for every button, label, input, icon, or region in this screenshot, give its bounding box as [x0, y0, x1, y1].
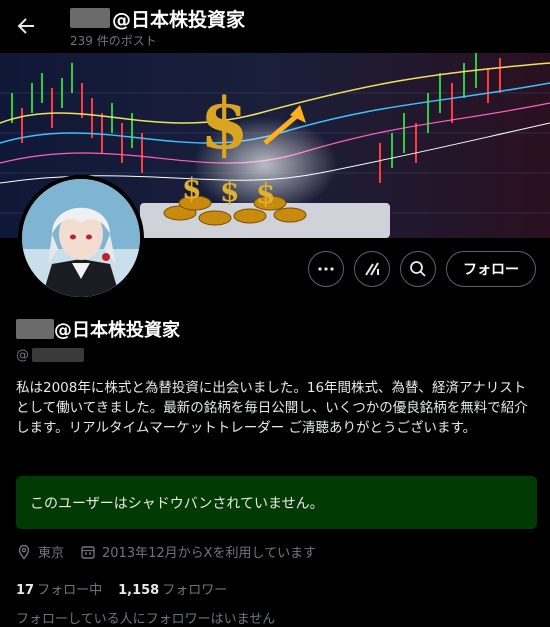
- display-name: @日本株投資家: [16, 316, 536, 342]
- mutual-followers-note: フォローしている人にフォロワーはいません: [16, 612, 276, 627]
- redacted-display-name: [16, 319, 54, 339]
- grok-icon: [365, 262, 379, 276]
- follow-stats: 17 フォロー中 1,158 フォロワー: [16, 579, 227, 598]
- redacted-handle: [32, 348, 84, 362]
- top-bar: @日本株投資家 239 件のポスト: [0, 0, 550, 53]
- bio: 私は2008年に株式と為替投資に出会いました。16年間株式、為替、経済アナリスト…: [16, 380, 528, 436]
- header-title: @日本株投資家: [70, 4, 245, 32]
- following-label: フォロー中: [37, 583, 103, 598]
- back-arrow-icon[interactable]: [14, 14, 38, 38]
- followers-label: フォロワー: [162, 583, 228, 598]
- followers-count: 1,158: [118, 583, 160, 598]
- followers-link[interactable]: 1,158 フォロワー: [118, 579, 227, 598]
- calendar-icon: [81, 545, 95, 559]
- search-button[interactable]: [400, 251, 436, 287]
- grok-button[interactable]: [354, 251, 390, 287]
- location-text: 東京: [38, 546, 65, 561]
- svg-text:$: $: [220, 175, 239, 208]
- display-name-text: @日本株投資家: [54, 320, 180, 341]
- header-title-text: @日本株投資家: [112, 8, 246, 31]
- more-icon: [318, 267, 334, 271]
- svg-text:$: $: [256, 177, 275, 210]
- profile-actions: フォロー: [308, 251, 536, 287]
- follow-button[interactable]: フォロー: [446, 251, 536, 287]
- header-title-block: @日本株投資家 239 件のポスト: [70, 4, 245, 49]
- following-link[interactable]: 17 フォロー中: [16, 579, 102, 598]
- more-options-button[interactable]: [308, 251, 344, 287]
- location-icon: [18, 544, 30, 560]
- profile-meta: 東京 2013年12月からXを利用しています: [16, 542, 316, 561]
- svg-text:$: $: [200, 82, 249, 165]
- redacted-name: [70, 8, 110, 28]
- post-count: 239 件のポスト: [70, 34, 157, 48]
- search-icon: [410, 261, 426, 277]
- svg-text:$: $: [182, 172, 201, 205]
- profile-info: @日本株投資家 @ 私は2008年に株式と為替投資に出会いました。16年間株式、…: [16, 316, 536, 438]
- handle-prefix: @: [16, 347, 29, 363]
- shadowban-status-box: このユーザーはシャドウバンされていません。: [16, 476, 537, 529]
- avatar[interactable]: [18, 175, 144, 301]
- user-handle: @: [16, 346, 536, 364]
- avatar-image: [22, 179, 140, 297]
- following-count: 17: [16, 583, 35, 598]
- joined-date: 2013年12月からXを利用しています: [102, 546, 317, 561]
- shadowban-message: このユーザーはシャドウバンされていません。: [30, 495, 324, 512]
